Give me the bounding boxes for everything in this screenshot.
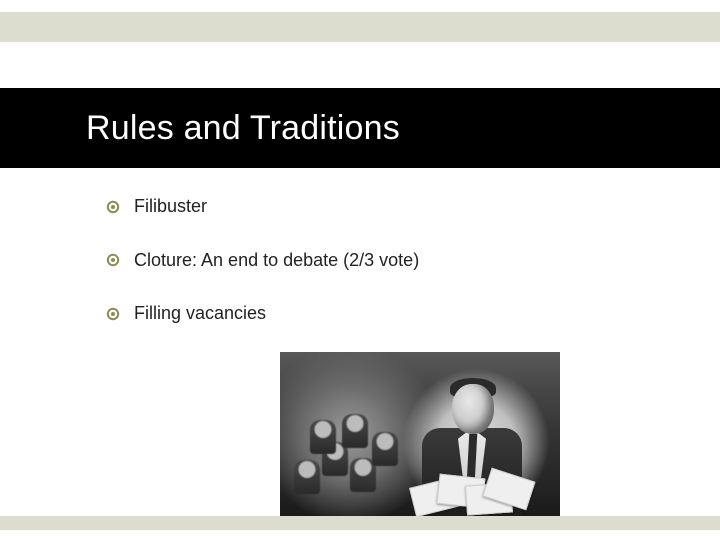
list-item: Filling vacancies <box>106 303 660 325</box>
slide-title: Rules and Traditions <box>86 109 400 148</box>
title-band: Rules and Traditions <box>0 88 720 168</box>
filibuster-photo <box>280 352 560 516</box>
bullet-icon <box>106 253 120 267</box>
top-accent-band <box>0 12 720 42</box>
slide: Rules and Traditions Filibuster Cloture:… <box>0 0 720 540</box>
list-item: Cloture: An end to debate (2/3 vote) <box>106 250 660 272</box>
bullet-text: Cloture: An end to debate (2/3 vote) <box>134 250 419 272</box>
bullet-text: Filibuster <box>134 196 207 218</box>
body-content: Filibuster Cloture: An end to debate (2/… <box>106 196 660 357</box>
bottom-accent-band <box>0 516 720 530</box>
list-item: Filibuster <box>106 196 660 218</box>
bullet-icon <box>106 307 120 321</box>
bullet-text: Filling vacancies <box>134 303 266 325</box>
bullet-icon <box>106 200 120 214</box>
